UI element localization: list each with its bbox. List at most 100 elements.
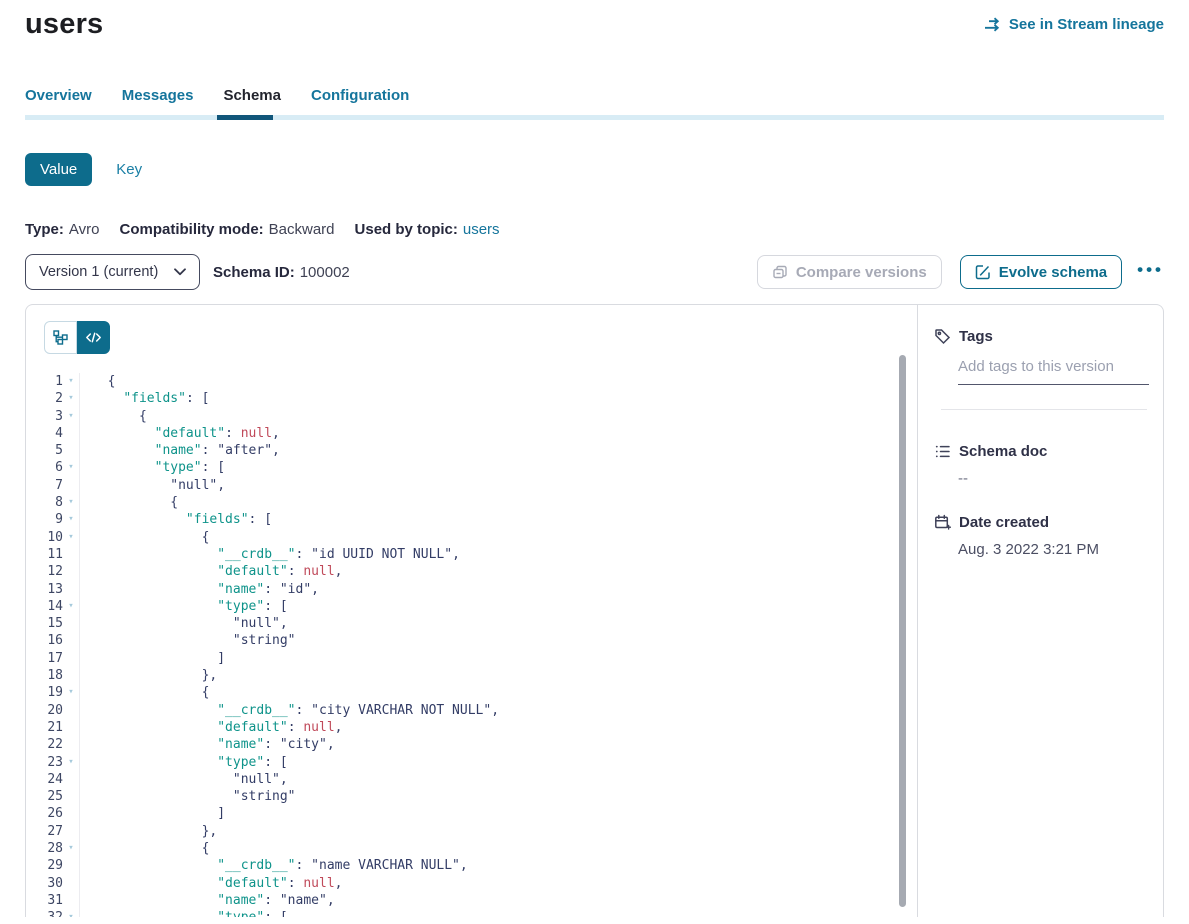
code-line: 25 "string"	[26, 788, 917, 805]
code-text: "default": null,	[80, 563, 342, 580]
fold-spacer	[63, 477, 79, 494]
calendar-plus-icon	[934, 514, 951, 531]
tags-input[interactable]	[958, 358, 1149, 385]
code-text: "default": null,	[80, 875, 342, 892]
schema-id-label: Schema ID:	[213, 264, 295, 281]
code-line: 16 "string"	[26, 632, 917, 649]
code-view-button[interactable]	[77, 321, 110, 354]
editor-scrollbar[interactable]	[899, 355, 906, 907]
code-text: "name": "city",	[80, 736, 335, 753]
line-number: 25	[26, 788, 63, 805]
code-text: {	[80, 684, 209, 701]
used-by-topic-link[interactable]: users	[463, 221, 500, 238]
line-number: 13	[26, 581, 63, 598]
fold-spacer	[63, 875, 79, 892]
fold-spacer	[63, 632, 79, 649]
fold-toggle-icon[interactable]: ▾	[63, 494, 79, 511]
code-line: 26 ]	[26, 805, 917, 822]
fold-toggle-icon[interactable]: ▾	[63, 390, 79, 407]
line-number: 23	[26, 754, 63, 771]
tab-schema[interactable]: Schema	[223, 87, 281, 104]
schema-controls-row: Version 1 (current) Schema ID: 100002 Co…	[25, 254, 1164, 290]
tab-messages[interactable]: Messages	[122, 87, 194, 104]
code-line: 7 "null",	[26, 477, 917, 494]
fold-toggle-icon[interactable]: ▾	[63, 511, 79, 528]
code-text: {	[80, 408, 147, 425]
fold-toggle-icon[interactable]: ▾	[63, 529, 79, 546]
code-text: ]	[80, 805, 225, 822]
code-text: "null",	[80, 477, 225, 494]
code-line: 17 ]	[26, 650, 917, 667]
tab-overview[interactable]: Overview	[25, 87, 92, 104]
schema-doc-section-header: Schema doc	[934, 443, 1149, 460]
value-toggle-button[interactable]: Value	[25, 153, 92, 186]
code-line: 28▾ {	[26, 840, 917, 857]
page-header: users See in Stream lineage	[25, 8, 1164, 41]
evolve-schema-button[interactable]: Evolve schema	[960, 255, 1122, 289]
fold-toggle-icon[interactable]: ▾	[63, 459, 79, 476]
version-select-value: Version 1 (current)	[39, 264, 158, 280]
schema-id-value: 100002	[300, 264, 350, 281]
page-title: users	[25, 8, 103, 41]
line-number: 7	[26, 477, 63, 494]
code-line: 11 "__crdb__": "id UUID NOT NULL",	[26, 546, 917, 563]
sidebar-divider	[941, 409, 1147, 410]
more-actions-button[interactable]: •••	[1137, 261, 1164, 284]
active-tab-indicator	[217, 115, 273, 120]
fold-toggle-icon[interactable]: ▾	[63, 684, 79, 701]
tab-configuration[interactable]: Configuration	[311, 87, 409, 104]
code-lines[interactable]: 1▾ {2▾ "fields": [3▾ {4 "default": null,…	[26, 373, 917, 917]
tags-title: Tags	[959, 328, 993, 345]
fold-spacer	[63, 615, 79, 632]
date-created-section-header: Date created	[934, 514, 1149, 531]
code-line: 4 "default": null,	[26, 425, 917, 442]
fold-toggle-icon[interactable]: ▾	[63, 598, 79, 615]
code-text: "fields": [	[80, 390, 209, 407]
used-by-topic-label: Used by topic:	[355, 221, 458, 238]
chevron-down-icon	[174, 268, 186, 276]
fold-spacer	[63, 788, 79, 805]
version-select[interactable]: Version 1 (current)	[25, 254, 200, 290]
compare-versions-button[interactable]: Compare versions	[757, 255, 942, 289]
meta-used-by-topic: Used by topic: users	[355, 221, 500, 238]
code-line: 29 "__crdb__": "name VARCHAR NULL",	[26, 857, 917, 874]
line-number: 1	[26, 373, 63, 390]
code-text: {	[80, 529, 209, 546]
key-toggle-link[interactable]: Key	[116, 161, 142, 178]
code-line: 14▾ "type": [	[26, 598, 917, 615]
fold-spacer	[63, 771, 79, 788]
stream-lineage-link[interactable]: See in Stream lineage	[984, 16, 1164, 33]
compatibility-label: Compatibility mode:	[119, 221, 263, 238]
line-number: 8	[26, 494, 63, 511]
fold-spacer	[63, 892, 79, 909]
fold-toggle-icon[interactable]: ▾	[63, 373, 79, 390]
fold-spacer	[63, 857, 79, 874]
tag-icon	[934, 328, 951, 345]
fold-toggle-icon[interactable]: ▾	[63, 840, 79, 857]
code-line: 27 },	[26, 823, 917, 840]
line-number: 9	[26, 511, 63, 528]
code-text: ]	[80, 650, 225, 667]
fold-spacer	[63, 546, 79, 563]
fold-toggle-icon[interactable]: ▾	[63, 408, 79, 425]
line-number: 17	[26, 650, 63, 667]
code-text: "name": "id",	[80, 581, 319, 598]
code-text: "fields": [	[80, 511, 272, 528]
meta-compatibility: Compatibility mode: Backward	[119, 221, 334, 238]
date-created-value: Aug. 3 2022 3:21 PM	[958, 541, 1149, 558]
tree-view-button[interactable]	[44, 321, 77, 354]
line-number: 29	[26, 857, 63, 874]
line-number: 21	[26, 719, 63, 736]
line-number: 31	[26, 892, 63, 909]
schema-editor: 1▾ {2▾ "fields": [3▾ {4 "default": null,…	[26, 305, 917, 917]
code-text: "null",	[80, 771, 288, 788]
code-line: 1▾ {	[26, 373, 917, 390]
line-number: 19	[26, 684, 63, 701]
code-line: 10▾ {	[26, 529, 917, 546]
fold-toggle-icon[interactable]: ▾	[63, 754, 79, 771]
stream-lineage-label: See in Stream lineage	[1009, 16, 1164, 33]
tree-view-icon	[52, 329, 69, 346]
line-number: 26	[26, 805, 63, 822]
list-icon	[934, 443, 951, 460]
fold-spacer	[63, 563, 79, 580]
